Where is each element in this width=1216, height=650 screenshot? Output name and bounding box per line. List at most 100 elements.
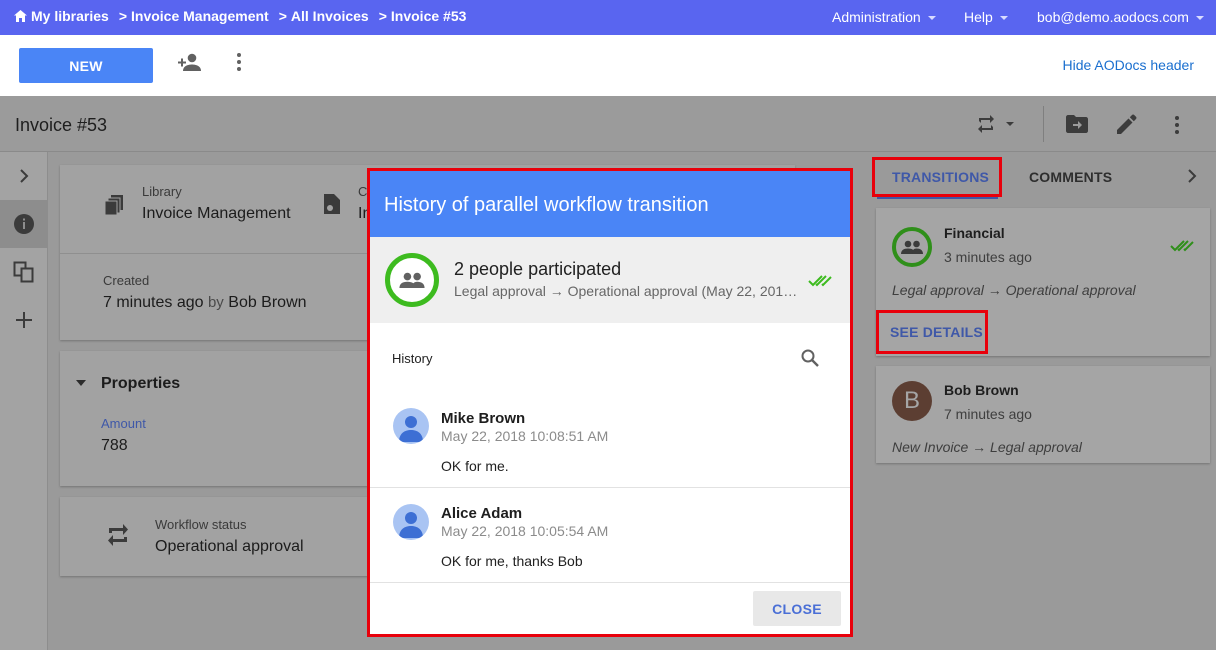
breadcrumb-label: My libraries: [31, 8, 109, 24]
administration-menu[interactable]: Administration: [832, 9, 936, 25]
class-label: C: [358, 184, 368, 199]
add-user-icon[interactable]: [178, 52, 202, 74]
caret-down-icon: [999, 16, 1008, 20]
document-header: Invoice #53: [0, 96, 1216, 152]
group-icon: [399, 272, 425, 288]
card-title: Bob Brown: [944, 382, 1019, 398]
info-icon: [13, 214, 34, 234]
created-value: 7 minutes ago by Bob Brown: [103, 294, 307, 312]
double-check-icon: [1170, 240, 1194, 252]
group-icon: [901, 240, 923, 254]
person-icon: [399, 416, 423, 442]
participation-subtitle: Legal approval → Operational approval (M…: [454, 283, 804, 299]
top-navigation-bar: My libraries > Invoice Management > All …: [0, 0, 1216, 35]
breadcrumb-label: All Invoices: [290, 8, 369, 24]
person-icon: [399, 512, 423, 538]
library-icon: [105, 195, 123, 215]
help-label: Help: [964, 9, 993, 25]
home-icon: [14, 10, 27, 22]
properties-title[interactable]: Properties: [101, 375, 180, 393]
participant-name: Alice Adam: [441, 505, 523, 522]
more-vert-icon[interactable]: [1174, 115, 1180, 135]
chevron-right-icon: [19, 169, 28, 183]
history-label: History: [392, 351, 433, 366]
document-class-icon: [324, 194, 340, 214]
created-by-word: by: [207, 294, 224, 311]
breadcrumb-my-libraries[interactable]: My libraries: [14, 8, 109, 24]
transition-card-bob-brown: B Bob Brown 7 minutes ago New Invoice → …: [876, 366, 1210, 463]
rail-copy-button[interactable]: [0, 248, 47, 296]
administration-label: Administration: [832, 9, 921, 25]
list-divider: [370, 487, 850, 488]
rail-add-button[interactable]: [0, 296, 47, 344]
created-by: Bob Brown: [228, 294, 307, 311]
edit-icon[interactable]: [1117, 114, 1137, 134]
participant-name: Mike Brown: [441, 410, 526, 427]
caret-down-icon: [927, 16, 936, 20]
breadcrumb: My libraries > Invoice Management > All …: [14, 8, 476, 24]
library-label: Library: [142, 184, 182, 199]
breadcrumb-invoice-53[interactable]: > Invoice #53: [379, 8, 467, 24]
workflow-icon: [108, 524, 128, 546]
toolbar-divider: [1043, 106, 1044, 142]
breadcrumb-label: Invoice Management: [131, 8, 269, 24]
close-button[interactable]: CLOSE: [753, 591, 841, 626]
participant-message: OK for me.: [441, 458, 509, 474]
tab-comments[interactable]: COMMENTS: [1029, 169, 1112, 185]
left-rail: [0, 152, 48, 650]
amount-value[interactable]: 788: [101, 437, 128, 455]
list-item: Mike Brown May 22, 2018 10:08:51 AM OK f…: [370, 401, 850, 487]
card-title: Financial: [944, 225, 1005, 241]
breadcrumb-separator: >: [278, 8, 287, 24]
breadcrumb-all-invoices[interactable]: > All Invoices: [279, 8, 369, 24]
new-button[interactable]: NEW: [19, 48, 153, 83]
highlight-see-details: [876, 310, 988, 354]
card-time: 3 minutes ago: [944, 249, 1032, 265]
card-transition: New Invoice → Legal approval: [892, 439, 1082, 455]
breadcrumb-label: Invoice #53: [390, 8, 467, 24]
move-to-folder-icon[interactable]: [1066, 115, 1088, 133]
user-menu[interactable]: bob@demo.aodocs.com: [1037, 9, 1204, 25]
toolbar: NEW Hide AODocs header: [0, 35, 1216, 96]
workflow-status-value: Operational approval: [155, 538, 304, 555]
list-item: Alice Adam May 22, 2018 10:05:54 AM OK f…: [370, 495, 850, 581]
group-avatar: [385, 253, 439, 307]
copy-icon: [13, 261, 33, 283]
breadcrumb-separator: >: [378, 8, 387, 24]
workflow-action-icon[interactable]: [976, 113, 1014, 135]
double-check-icon: [808, 275, 832, 287]
search-icon[interactable]: [801, 349, 819, 367]
avatar: [393, 504, 429, 540]
help-menu[interactable]: Help: [964, 9, 1008, 25]
rail-info-button[interactable]: [0, 200, 47, 248]
modal-header: History of parallel workflow transition: [370, 171, 850, 237]
page-title: Invoice #53: [15, 115, 108, 135]
breadcrumb-separator: >: [118, 8, 128, 24]
more-vert-icon[interactable]: [236, 52, 242, 72]
chevron-right-icon[interactable]: [1187, 169, 1197, 183]
highlight-transitions-tab: [872, 157, 1002, 197]
plus-icon: [15, 312, 32, 328]
caret-down-icon: [1195, 16, 1204, 20]
hide-aodocs-header-link[interactable]: Hide AODocs header: [1062, 57, 1194, 73]
group-avatar: [892, 227, 932, 267]
card-transition: Legal approval → Operational approval: [892, 282, 1136, 298]
list-divider: [370, 582, 850, 583]
workflow-status-label: Workflow status: [155, 517, 247, 532]
avatar: [393, 408, 429, 444]
participant-date: May 22, 2018 10:05:54 AM: [441, 523, 609, 539]
history-modal: History of parallel workflow transition …: [370, 171, 850, 634]
expand-rail-button[interactable]: [0, 152, 47, 200]
participation-summary: 2 people participated Legal approval → O…: [370, 237, 850, 323]
breadcrumb-invoice-management[interactable]: > Invoice Management: [119, 8, 269, 24]
library-value: Invoice Management: [142, 205, 291, 222]
user-email: bob@demo.aodocs.com: [1037, 9, 1189, 25]
modal-title: History of parallel workflow transition: [384, 194, 709, 216]
caret-down-icon[interactable]: [76, 380, 86, 386]
created-label: Created: [103, 273, 150, 288]
created-time: 7 minutes ago: [103, 294, 204, 311]
participant-date: May 22, 2018 10:08:51 AM: [441, 428, 609, 444]
card-time: 7 minutes ago: [944, 406, 1032, 422]
amount-label: Amount: [101, 416, 146, 431]
avatar: B: [892, 381, 932, 421]
